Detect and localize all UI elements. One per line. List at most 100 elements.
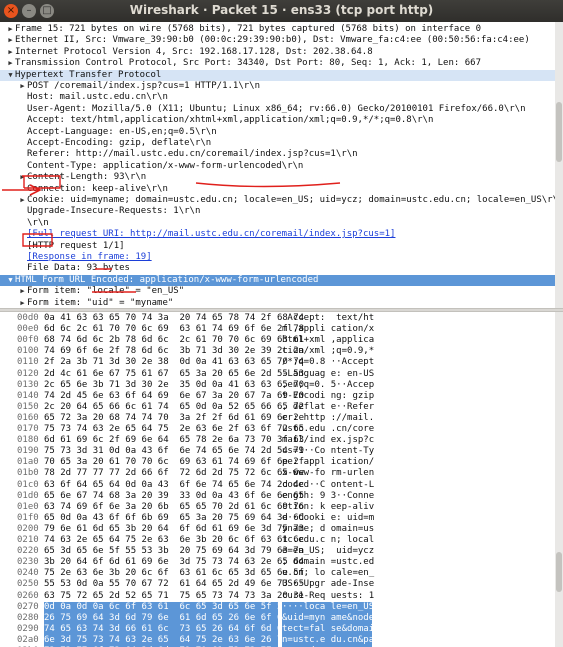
hex-offset: 0190 — [17, 446, 39, 457]
tree-row[interactable]: ▶ Form item: "uid" = "myname" — [0, 298, 563, 308]
tree-row[interactable]: ▶ Content-Length: 93\r\n — [0, 172, 563, 183]
hex-ascii: t-Encodi ng: gzip — [282, 390, 375, 401]
hex-row[interactable]: 0240 75 2e 63 6e 3b 20 6c 6f 63 61 6c 65 … — [0, 568, 555, 579]
tree-row[interactable]: [Response in frame: 19] — [0, 252, 563, 263]
collapsed-arrow-icon[interactable]: ▶ — [18, 286, 27, 297]
hex-ascii: ····loca le=en_US — [282, 601, 375, 613]
tree-row[interactable]: ▼ Hypertext Transfer Protocol — [0, 69, 561, 81]
hex-row[interactable]: 0290 74 65 63 74 3d 66 61 6c 73 65 26 64 … — [0, 623, 555, 635]
packet-details-tree[interactable]: ▶ Frame 15: 721 bytes on wire (5768 bits)… — [0, 22, 563, 308]
hex-row[interactable]: 0110 2f 2a 3b 71 3d 30 2e 38 0d 0a 41 63 … — [0, 357, 555, 368]
hex-ascii: ml,appli cation/x — [282, 324, 375, 335]
tree-row[interactable]: Accept-Language: en-US,en;q=0.5\r\n — [0, 127, 563, 138]
collapsed-arrow-icon[interactable]: ▶ — [6, 24, 15, 35]
tree-row[interactable]: File Data: 93 bytes — [0, 263, 563, 274]
hex-offset: 0230 — [17, 557, 39, 568]
hex-bytes: 75 73 3d 31 0d 0a 43 6f 6e 74 65 6e 74 2… — [44, 446, 305, 457]
tree-row[interactable]: ▶ Cookie: uid=myname; domain=ustc.edu.cn;… — [0, 195, 563, 206]
collapsed-arrow-icon[interactable]: ▶ — [18, 81, 27, 92]
details-scrollbar[interactable] — [555, 22, 563, 308]
hex-row[interactable]: 01b0 78 2d 77 77 77 2d 66 6f 72 6d 2d 75 … — [0, 468, 555, 479]
hex-row[interactable]: 00d0 0a 41 63 63 65 70 74 3a 20 74 65 78 … — [0, 313, 555, 324]
hex-row[interactable]: 01c0 63 6f 64 65 64 0d 0a 43 6f 6e 74 65 … — [0, 480, 555, 491]
hex-row[interactable]: 0130 2c 65 6e 3b 71 3d 30 2e 35 0d 0a 41 … — [0, 380, 555, 391]
expanded-arrow-icon[interactable]: ▼ — [6, 70, 15, 81]
hex-bytes: 65 0d 0a 43 6f 6f 6b 69 65 3a 20 75 69 6… — [44, 512, 305, 523]
hex-offset: 01b0 — [17, 468, 39, 479]
hex-row[interactable]: 0190 75 73 3d 31 0d 0a 43 6f 6e 74 65 6e … — [0, 446, 555, 457]
tree-row[interactable]: ▶ POST /coremail/index.jsp?cus=1 HTTP/1.1… — [0, 81, 563, 92]
hex-row[interactable]: 00f0 68 74 6d 6c 2b 78 6d 6c 2c 61 70 70 … — [0, 335, 555, 346]
hex-bytes: 74 69 6f 6e 2f 78 6d 6c 3b 71 3d 30 2e 3… — [44, 346, 305, 357]
tree-row[interactable]: Content-Type: application/x-www-form-url… — [0, 161, 563, 172]
hex-row[interactable]: 0100 74 69 6f 6e 2f 78 6d 6c 3b 71 3d 30 … — [0, 346, 555, 357]
hex-row[interactable]: 0170 75 73 74 63 2e 65 64 75 2e 63 6e 2f … — [0, 424, 555, 435]
tree-row[interactable]: ▼ HTML Form URL Encoded: application/x-ww… — [0, 274, 561, 287]
tree-row[interactable]: ▶ Form item: "locale" = "en_US" — [0, 286, 563, 297]
hex-row[interactable]: 01e0 63 74 69 6f 6e 3a 20 6b 65 65 70 2d … — [0, 502, 555, 513]
expanded-arrow-icon[interactable]: ▼ — [6, 275, 15, 286]
hex-row[interactable]: 0150 2c 20 64 65 66 6c 61 74 65 0d 0a 52 … — [0, 402, 555, 413]
hex-offset: 01c0 — [17, 479, 39, 490]
hex-row[interactable]: 00e0 6d 6c 2c 61 70 70 6c 69 63 61 74 69 … — [0, 324, 555, 335]
collapsed-arrow-icon[interactable]: ▶ — [6, 35, 15, 46]
hex-row[interactable]: 0280 26 75 69 64 3d 6d 79 6e 61 6d 65 26 … — [0, 612, 555, 624]
tree-row[interactable]: Host: mail.ustc.edu.cn\r\n — [0, 92, 563, 103]
tree-row-label: HTML Form URL Encoded: application/x-www… — [15, 274, 319, 285]
tree-row[interactable]: Referer: http://mail.ustc.edu.cn/coremai… — [0, 149, 563, 160]
hex-ascii: cure-Req uests: 1 — [282, 590, 375, 601]
tree-row[interactable]: \r\n — [0, 218, 563, 229]
window-title: Wireshark · Packet 15 · ens33 (tcp port … — [129, 3, 434, 17]
tree-row[interactable]: [HTTP request 1/1] — [0, 241, 563, 252]
tree-row-label: Host: mail.ustc.edu.cn\r\n — [27, 92, 168, 103]
hex-ascii: us=1··Co ntent-Ty — [282, 446, 375, 457]
tree-row[interactable]: ▶ Transmission Control Protocol, Src Port… — [0, 58, 561, 69]
hex-row[interactable]: 0120 2d 4c 61 6e 67 75 61 67 65 3a 20 65 … — [0, 369, 555, 380]
hex-row[interactable]: 0260 63 75 72 65 2d 52 65 71 75 65 73 74 … — [0, 591, 555, 602]
collapsed-arrow-icon[interactable]: ▶ — [18, 298, 27, 308]
tree-row[interactable]: ▶ Internet Protocol Version 4, Src: 192.1… — [0, 47, 561, 58]
bytes-scrollbar[interactable] — [555, 312, 563, 647]
details-scrollbar-thumb[interactable] — [556, 102, 562, 162]
packet-bytes-pane[interactable]: 00d0 0a 41 63 63 65 70 74 3a 20 74 65 78 … — [0, 312, 555, 647]
bytes-scrollbar-thumb[interactable] — [556, 552, 562, 592]
hex-bytes: 63 6f 64 65 64 0d 0a 43 6f 6e 74 65 6e 7… — [44, 479, 305, 490]
tree-row[interactable]: [Full request URI: http://mail.ustc.edu.… — [0, 229, 563, 240]
hex-row[interactable]: 0160 65 72 3a 20 68 74 74 70 3a 2f 2f 6d … — [0, 413, 555, 424]
tree-row[interactable]: Connection: keep-alive\r\n — [0, 184, 563, 195]
hex-ascii: yname; d omain=us — [282, 523, 375, 534]
collapsed-arrow-icon[interactable]: ▶ — [18, 172, 27, 183]
hex-bytes: 26 75 69 64 3d 6d 79 6e 61 6d 65 26 6e 6… — [44, 612, 305, 624]
collapsed-arrow-icon[interactable]: ▶ — [18, 195, 27, 206]
tree-row[interactable]: ▶ Frame 15: 721 bytes on wire (5768 bits)… — [0, 24, 561, 35]
hex-row[interactable]: 02a0 6e 3d 75 73 74 63 2e 65 64 75 2e 63 … — [0, 634, 555, 646]
tree-row-label: Accept: text/html,application/xhtml+xml,… — [27, 115, 434, 126]
hex-row[interactable]: 0140 74 2d 45 6e 63 6f 64 69 6e 67 3a 20 … — [0, 391, 555, 402]
hex-row[interactable]: 0200 79 6e 61 6d 65 3b 20 64 6f 6d 61 69 … — [0, 524, 555, 535]
hex-row[interactable]: 0250 55 53 0d 0a 55 70 67 72 61 64 65 2d … — [0, 579, 555, 590]
hex-bytes: 65 6e 67 74 68 3a 20 39 33 0d 0a 43 6f 6… — [44, 490, 305, 501]
hex-offset: 0100 — [17, 346, 39, 357]
hex-ascii: n=ustc.e du.cn&pa — [282, 634, 375, 646]
hex-offset: 00e0 — [17, 324, 39, 335]
hex-row[interactable]: 0210 74 63 2e 65 64 75 2e 63 6e 3b 20 6c … — [0, 535, 555, 546]
hex-bytes: 78 2d 77 77 77 2d 66 6f 72 6d 2d 75 72 6… — [44, 468, 305, 479]
hex-row[interactable]: 0270 0d 0a 0d 0a 6c 6f 63 61 6c 65 3d 65 … — [0, 601, 555, 613]
collapsed-arrow-icon[interactable]: ▶ — [6, 47, 15, 58]
tree-row[interactable]: ▶ Ethernet II, Src: Vmware_39:90:b0 (00:0… — [0, 35, 561, 46]
title-bar: × – □ Wireshark · Packet 15 · ens33 (tcp… — [0, 0, 563, 22]
hex-row[interactable]: 0180 6d 61 69 6c 2f 69 6e 64 65 78 2e 6a … — [0, 435, 555, 446]
hex-row[interactable]: 01f0 65 0d 0a 43 6f 6f 6b 69 65 3a 20 75 … — [0, 513, 555, 524]
tree-row[interactable]: Accept: text/html,application/xhtml+xml,… — [0, 115, 563, 126]
hex-ascii: coded··C ontent-L — [282, 479, 375, 490]
hex-row[interactable]: 01d0 65 6e 67 74 68 3a 20 39 33 0d 0a 43 … — [0, 491, 555, 502]
hex-bytes: 74 2d 45 6e 63 6f 64 69 6e 67 3a 20 67 7… — [44, 390, 305, 401]
tree-row[interactable]: Upgrade-Insecure-Requests: 1\r\n — [0, 206, 563, 217]
hex-row[interactable]: 01a0 70 65 3a 20 61 70 70 6c 69 63 61 74 … — [0, 457, 555, 468]
tree-row[interactable]: Accept-Encoding: gzip, deflate\r\n — [0, 138, 563, 149]
hex-row[interactable]: 0220 65 3d 65 6e 5f 55 53 3b 20 75 69 64 … — [0, 546, 555, 557]
tree-row[interactable]: User-Agent: Mozilla/5.0 (X11; Ubuntu; Li… — [0, 104, 563, 115]
collapsed-arrow-icon[interactable]: ▶ — [6, 58, 15, 69]
hex-row[interactable]: 0230 3b 20 64 6f 6d 61 69 6e 3d 75 73 74 … — [0, 557, 555, 568]
hex-offset: 00d0 — [17, 313, 39, 323]
